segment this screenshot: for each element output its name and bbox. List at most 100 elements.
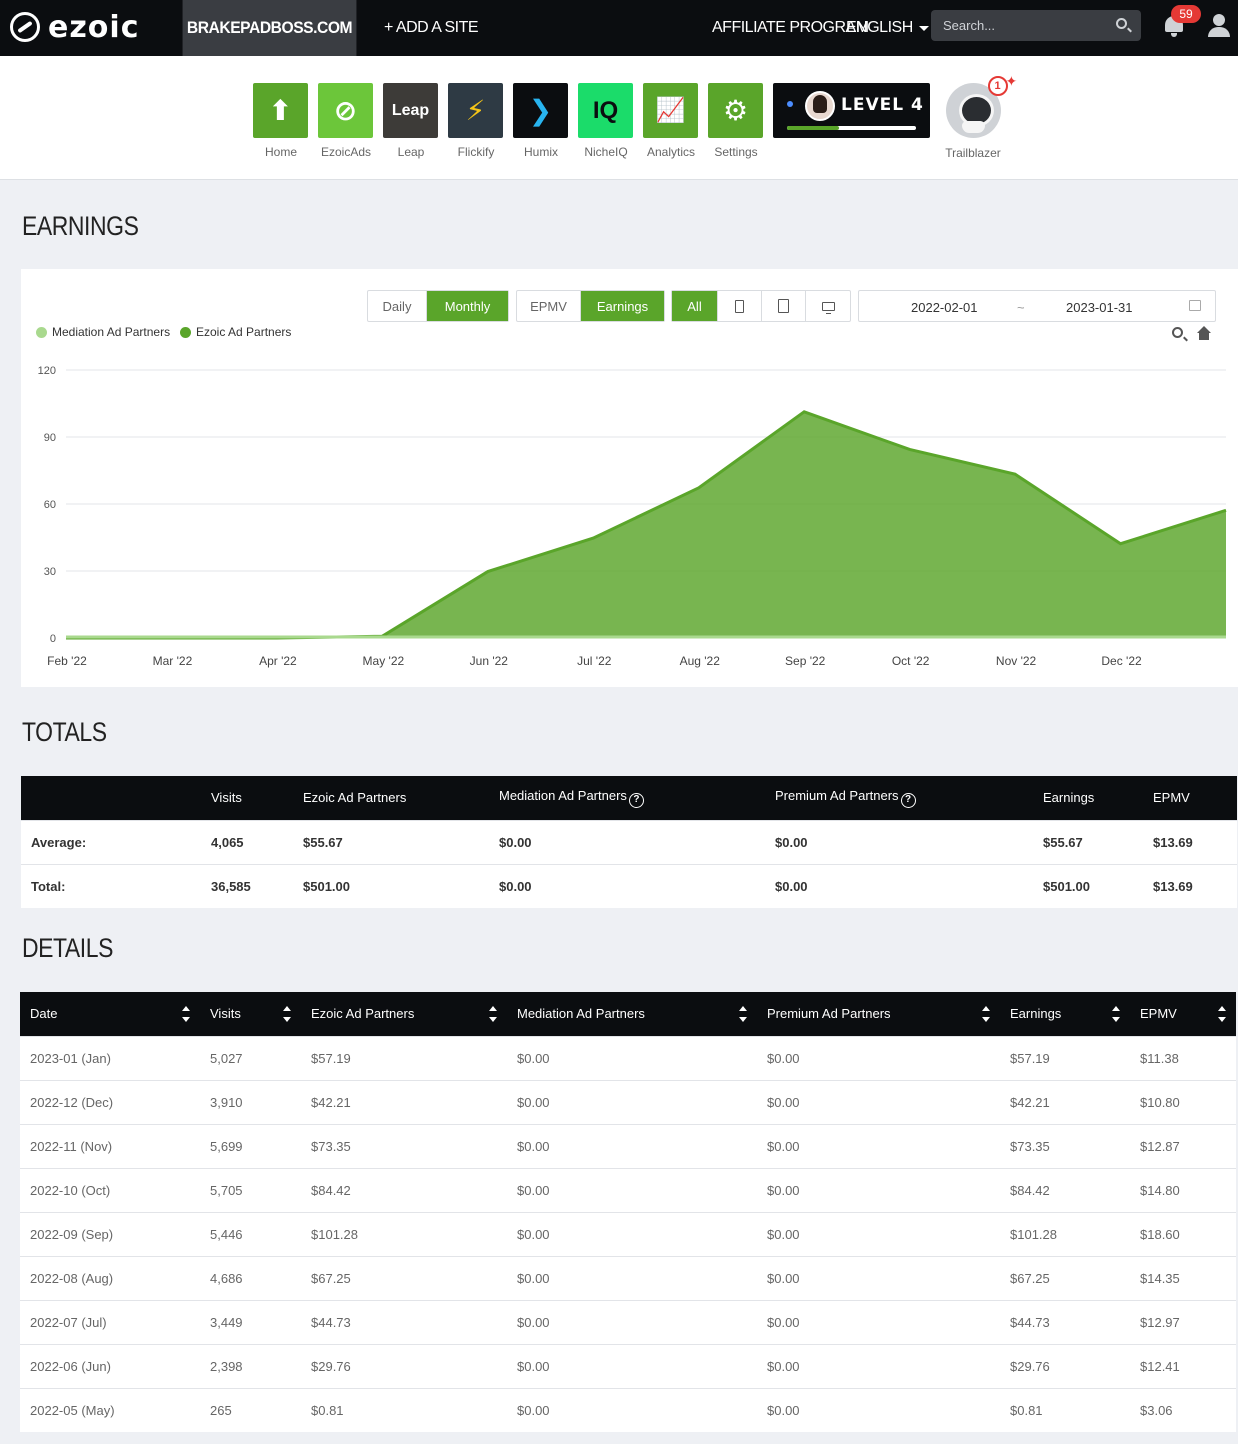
table-cell: 2022-10 (Oct): [20, 1167, 200, 1212]
app-analytics[interactable]: 📈 Analytics: [643, 83, 699, 159]
table-cell: $12.97: [1130, 1299, 1236, 1344]
app-flickify[interactable]: ⚡ Flickify: [448, 83, 504, 159]
header-label: Ezoic Ad Partners: [303, 790, 407, 806]
mobile-icon: [735, 299, 744, 313]
search-input[interactable]: [943, 18, 1103, 33]
language-dropdown[interactable]: ENGLISH: [846, 0, 929, 56]
search-icon[interactable]: [1116, 18, 1127, 29]
details-header[interactable]: Date: [20, 992, 200, 1036]
help-icon[interactable]: ?: [900, 792, 916, 808]
legend-ezoic[interactable]: Ezoic Ad Partners: [180, 325, 291, 339]
app-settings[interactable]: ⚙ Settings: [708, 83, 764, 159]
legend-mediation[interactable]: Mediation Ad Partners: [36, 325, 170, 339]
add-site-link[interactable]: + ADD A SITE: [384, 0, 479, 56]
header-label: EPMV: [1153, 790, 1190, 806]
settings-icon: ⚙: [708, 83, 763, 138]
table-cell: 5,027: [200, 1035, 301, 1080]
sort-icon[interactable]: [1112, 1006, 1120, 1022]
home-icon: ⬆: [253, 83, 308, 138]
sort-icon[interactable]: [182, 1006, 190, 1022]
details-header[interactable]: Ezoic Ad Partners: [301, 992, 507, 1036]
help-icon[interactable]: ?: [628, 792, 644, 808]
table-cell: $57.19: [1000, 1035, 1130, 1080]
table-cell: $0.00: [507, 1343, 757, 1388]
details-header[interactable]: Visits: [200, 992, 301, 1036]
details-header[interactable]: Premium Ad Partners: [757, 992, 1000, 1036]
table-cell: 36,585: [201, 863, 293, 908]
epmv-button[interactable]: EPMV: [517, 291, 581, 321]
table-cell: $84.42: [301, 1167, 507, 1212]
earnings-button[interactable]: Earnings: [581, 291, 664, 321]
calendar-icon[interactable]: [1189, 300, 1201, 311]
table-cell: $12.41: [1130, 1343, 1236, 1388]
details-table: Date Visits Ezoic Ad Partners Mediation Ad …: [20, 992, 1236, 1432]
table-cell: $0.00: [507, 1387, 757, 1432]
totals-header: Visits: [201, 776, 293, 820]
table-cell: $0.00: [757, 1211, 1000, 1256]
details-header[interactable]: Mediation Ad Partners: [507, 992, 757, 1036]
table-cell: 5,705: [200, 1167, 301, 1212]
table-cell: $0.81: [1000, 1387, 1130, 1432]
table-cell: $0.00: [757, 1387, 1000, 1432]
ezoicads-icon: ⊘: [318, 83, 373, 138]
metric-toggle: EPMV Earnings: [516, 290, 665, 322]
header-label: Mediation Ad Partners: [499, 787, 627, 803]
ezoic-logo[interactable]: ezoic: [10, 10, 139, 45]
date-range-picker[interactable]: 2022-02-01 ~ 2023-01-31: [858, 290, 1216, 322]
table-cell: $18.60: [1130, 1211, 1236, 1256]
level-badge[interactable]: LEVEL 4: [773, 83, 930, 138]
app-ezoicads[interactable]: ⊘ EzoicAds: [318, 83, 374, 159]
table-cell: $0.81: [301, 1387, 507, 1432]
tablet-icon: [778, 299, 789, 313]
app-humix[interactable]: ❯ Humix: [513, 83, 569, 159]
sort-icon[interactable]: [982, 1006, 990, 1022]
sort-icon[interactable]: [739, 1006, 747, 1022]
table-cell: $0.00: [757, 1079, 1000, 1124]
sort-icon[interactable]: [1218, 1006, 1226, 1022]
details-header[interactable]: EPMV: [1130, 992, 1236, 1036]
table-row: 2022-08 (Aug) 4,686 $67.25 $0.00 $0.00 $67.25…: [20, 1255, 1236, 1300]
table-cell: $101.28: [1000, 1211, 1130, 1256]
sort-icon[interactable]: [283, 1006, 291, 1022]
all-devices-button[interactable]: All: [672, 291, 718, 321]
totals-header: Premium Ad Partners?: [765, 776, 1033, 820]
legend-dot: [36, 326, 47, 338]
zoom-icon[interactable]: [1172, 327, 1183, 338]
table-cell: 2022-05 (May): [20, 1387, 200, 1432]
app-label: Settings: [714, 145, 758, 159]
table-cell: $44.73: [301, 1299, 507, 1344]
date-from[interactable]: 2022-02-01: [911, 300, 978, 315]
nicheiq-icon: IQ: [578, 83, 633, 138]
mobile-button[interactable]: [718, 291, 762, 321]
app-leap[interactable]: Leap Leap: [383, 83, 439, 159]
app-home[interactable]: ⬆ Home: [253, 83, 309, 159]
table-cell: 2022-11 (Nov): [20, 1123, 200, 1168]
header-label: Visits: [210, 1006, 241, 1022]
sort-icon[interactable]: [489, 1006, 497, 1022]
level-progress-fill: [787, 126, 839, 130]
table-cell: $101.28: [301, 1211, 507, 1256]
details-header[interactable]: Earnings: [1000, 992, 1130, 1036]
table-cell: $14.35: [1130, 1255, 1236, 1300]
totals-header: EPMV: [1143, 776, 1237, 820]
user-avatar-icon[interactable]: [1206, 14, 1232, 38]
level-progress-bar: [787, 126, 916, 130]
period-toggle: Daily Monthly: [367, 290, 509, 322]
search-box[interactable]: [931, 10, 1141, 41]
table-cell: 2023-01 (Jan): [20, 1035, 200, 1080]
monthly-button[interactable]: Monthly: [427, 291, 508, 321]
analytics-icon: 📈: [643, 83, 698, 138]
totals-header: Ezoic Ad Partners: [293, 776, 489, 820]
desktop-button[interactable]: [806, 291, 850, 321]
table-row: 2022-10 (Oct) 5,705 $84.42 $0.00 $0.00 $84.42…: [20, 1167, 1236, 1212]
tablet-button[interactable]: [762, 291, 806, 321]
table-cell: $0.00: [757, 1343, 1000, 1388]
reset-zoom-home-icon[interactable]: [1197, 326, 1211, 340]
app-nicheiq[interactable]: IQ NicheIQ: [578, 83, 634, 159]
date-to[interactable]: 2023-01-31: [1066, 300, 1133, 315]
table-cell: 2022-06 (Jun): [20, 1343, 200, 1388]
table-cell: $0.00: [507, 1167, 757, 1212]
daily-button[interactable]: Daily: [368, 291, 427, 321]
trailblazer-app[interactable]: 1 ✦ Trailblazer: [940, 73, 1017, 160]
site-selector[interactable]: BRAKEPADBOSS.COM: [182, 0, 357, 56]
